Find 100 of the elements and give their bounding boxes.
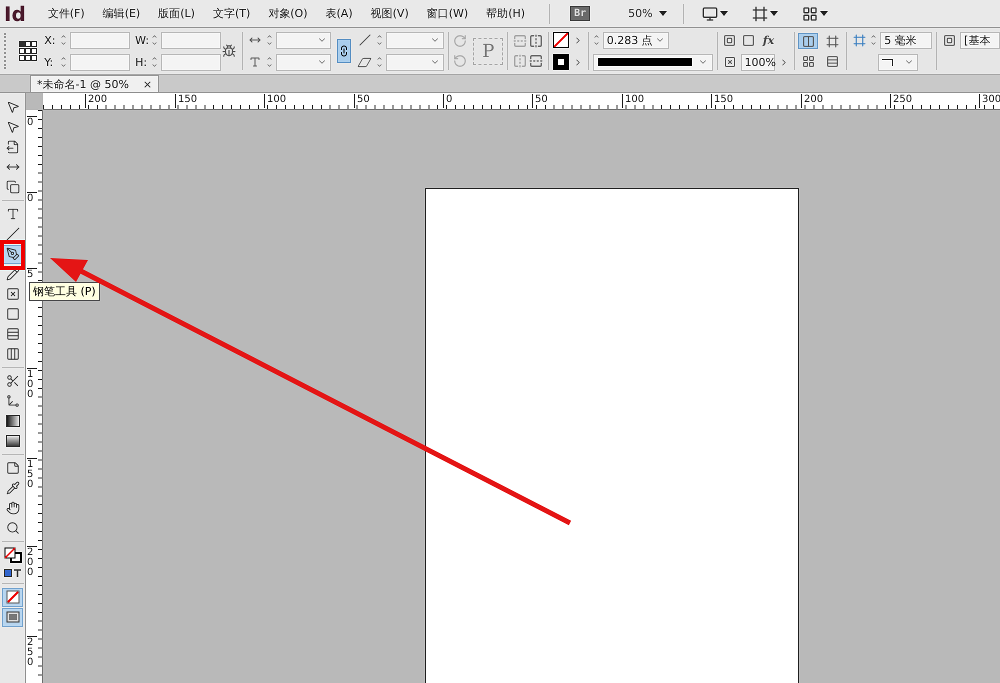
tool-icon — [6, 347, 20, 361]
tool-icon — [6, 394, 20, 408]
tool-icon — [6, 180, 20, 194]
document-tab[interactable]: *未命名-1 @ 50% × — [30, 75, 160, 92]
tool-icon — [6, 374, 20, 388]
ruler-label: 0 — [27, 116, 37, 128]
normal-view-icon — [6, 590, 20, 604]
spinner-icon[interactable] — [592, 33, 600, 47]
text-frame-indicator: P — [473, 38, 504, 64]
screen-mode-icon — [6, 611, 20, 623]
w-label: W: — [135, 34, 148, 46]
ruler-label: 300 — [979, 94, 1000, 108]
ruler-label: 50 — [354, 94, 370, 108]
ruler-label: 100 — [264, 94, 286, 108]
tool-icon — [6, 140, 20, 154]
scale-y-field[interactable] — [276, 54, 331, 70]
spinner-icon[interactable] — [870, 33, 878, 47]
scale-x-field[interactable] — [276, 32, 331, 48]
menu-item[interactable]: 表(A) — [326, 6, 353, 21]
spinner-icon[interactable] — [266, 33, 273, 47]
constrain-proportions-toggle[interactable] — [336, 39, 351, 63]
menu-item[interactable]: 编辑(E) — [102, 6, 140, 21]
ruler-label: 5 — [27, 268, 37, 280]
app-logo: Id — [4, 2, 26, 26]
tool-icon — [6, 521, 20, 535]
rotation-field[interactable] — [386, 32, 444, 48]
spacing-icon — [851, 32, 868, 48]
spinner-icon[interactable] — [60, 55, 68, 69]
view-options-button[interactable] — [702, 6, 728, 22]
bug-icon[interactable] — [221, 43, 238, 59]
spinner-icon[interactable] — [376, 33, 383, 47]
ruler-label: 250 — [890, 94, 912, 108]
y-label: Y: — [44, 56, 54, 68]
menu-item[interactable]: 视图(V) — [370, 6, 409, 21]
spinner-icon[interactable] — [266, 55, 273, 69]
spacing-field[interactable]: 5 毫米 — [880, 32, 932, 48]
menu-item[interactable]: 版面(L) — [158, 6, 195, 21]
rotation-angle-icon — [356, 32, 373, 48]
spinner-icon[interactable] — [376, 55, 383, 69]
menu-item[interactable]: 文件(F) — [48, 6, 85, 21]
bridge-button[interactable]: Br — [570, 6, 590, 21]
height-field[interactable] — [161, 54, 222, 70]
ruler-label: 150 — [711, 94, 734, 108]
fill-stroke-icon — [4, 547, 22, 563]
menu-item[interactable]: 帮助(H) — [486, 6, 526, 21]
tool-icon — [6, 267, 20, 281]
close-tab-button[interactable]: × — [142, 78, 152, 90]
tool-icon — [6, 247, 20, 261]
effects-button[interactable]: fx — [760, 34, 778, 46]
ruler-label: 50 — [532, 94, 548, 108]
corner-shape-dropdown[interactable] — [878, 54, 918, 70]
x-label: X: — [44, 34, 56, 46]
tooltip: 钢笔工具 (P) — [29, 282, 100, 301]
spinner-icon[interactable] — [151, 55, 158, 69]
ruler-label: 100 — [27, 368, 37, 400]
menu-item[interactable]: 窗口(W) — [426, 6, 468, 21]
y-field[interactable] — [70, 54, 130, 70]
ruler-label: 200 — [85, 94, 108, 108]
shear-field[interactable] — [386, 54, 444, 70]
tool-icon — [6, 207, 20, 221]
fill-stroke-swatch[interactable] — [2, 546, 23, 564]
screen-mode-button[interactable] — [752, 6, 778, 22]
fill-swatch[interactable] — [552, 54, 569, 70]
ruler-label: 0 — [27, 192, 37, 204]
tool-icon — [6, 501, 20, 515]
menu-item[interactable]: 文字(T) — [212, 6, 250, 21]
tool-icon — [6, 227, 20, 241]
tool-icon — [6, 307, 20, 321]
container-text-icon — [4, 568, 21, 576]
opacity-field[interactable]: 100% — [740, 54, 775, 70]
ruler-label: 150 — [175, 94, 198, 108]
highlight-box — [0, 240, 25, 270]
ruler-label: 200 — [801, 94, 824, 108]
width-field[interactable] — [161, 32, 222, 48]
menu-item[interactable]: 对象(O) — [268, 6, 308, 21]
zoom-level-dropdown[interactable]: 50% — [628, 7, 667, 20]
gradient-icon — [6, 415, 20, 427]
normal-view-button[interactable] — [2, 588, 23, 606]
shadow-icon[interactable] — [740, 32, 757, 48]
spinner-icon[interactable] — [60, 33, 68, 47]
object-style-field[interactable]: [基本 — [960, 32, 1000, 48]
ruler-label: 200 — [27, 546, 37, 578]
tool-icon — [6, 461, 20, 475]
stroke-weight-field[interactable]: 0.283 点 — [602, 32, 669, 48]
screen-mode-button[interactable] — [2, 608, 23, 626]
h-label: H: — [135, 56, 148, 68]
tool-icon — [6, 327, 20, 341]
text-wrap-button[interactable] — [798, 33, 818, 49]
drop-shadow-icon[interactable] — [722, 32, 738, 48]
arrange-documents-button[interactable] — [802, 6, 828, 22]
object-style-icon — [941, 32, 957, 48]
spinner-icon[interactable] — [151, 33, 158, 47]
x-field[interactable] — [70, 32, 130, 48]
tool-icon — [6, 100, 20, 114]
ruler-label: 250 — [27, 636, 37, 668]
stroke-type-dropdown[interactable] — [592, 54, 713, 70]
stroke-swatch[interactable] — [552, 32, 569, 48]
ruler-label: 150 — [27, 458, 37, 490]
gradient-icon — [6, 435, 20, 447]
reference-point-icon[interactable] — [19, 41, 36, 61]
